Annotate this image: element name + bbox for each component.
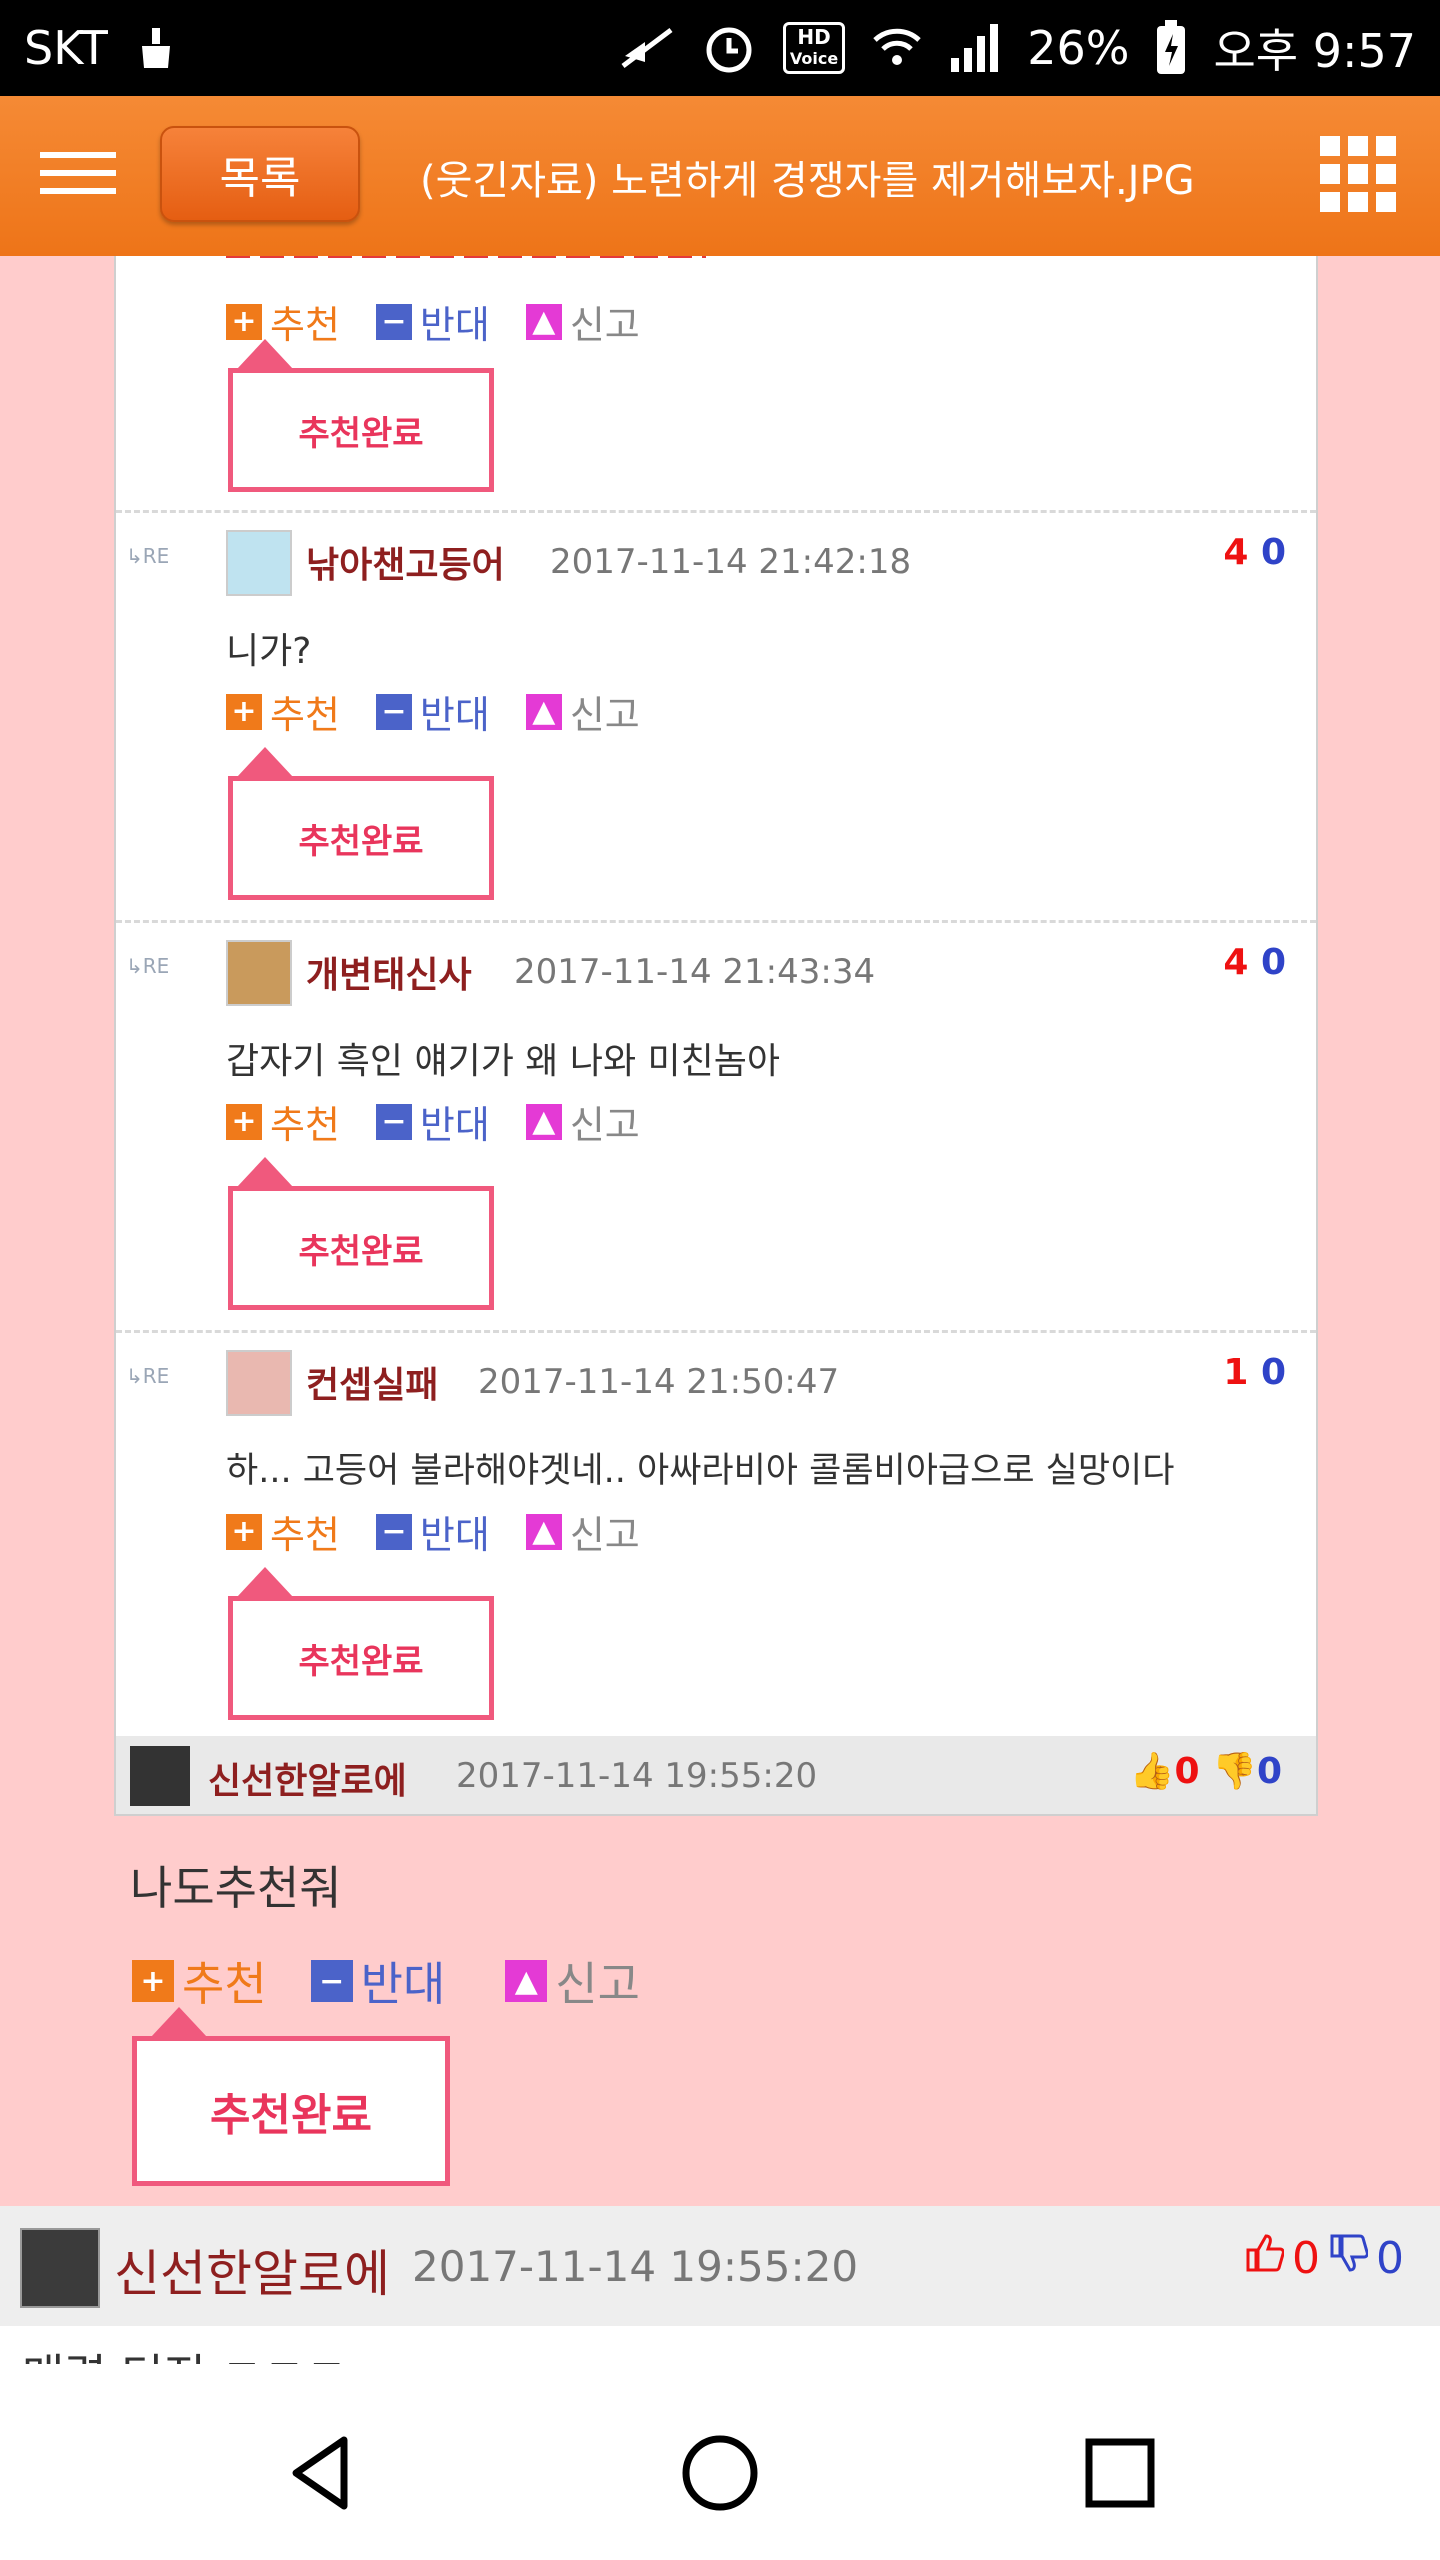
post-text: 나도추천줘 <box>130 1861 342 1915</box>
embed-action-row: + 추천 − 반대 ▲ 신고 <box>226 1504 676 1559</box>
comment-header: 신선한알로에 2017-11-14 19:55:20 0 0 <box>0 2206 1440 2326</box>
recents-icon[interactable] <box>1075 2428 1165 2518</box>
thumb-up-icon[interactable] <box>1244 2232 1285 2285</box>
comment-user: 컨셉실패 <box>306 1365 439 1406</box>
embed-comment: ↳RE 낚아챈고등어 2017-11-14 21:42:18 4 0 니가? +… <box>116 514 1316 924</box>
avatar <box>226 530 292 596</box>
carrier-label: SKT <box>24 21 108 75</box>
reply-icon: ↳RE <box>126 1364 170 1388</box>
recommend-done-box: 추천완료 <box>228 1567 494 1720</box>
thumb-down-icon[interactable] <box>1328 2232 1369 2285</box>
vote-count: 1 0 <box>1223 1352 1286 1393</box>
home-icon[interactable] <box>675 2428 765 2518</box>
thumb-down-icon: 👎 <box>1212 1751 1257 1792</box>
comment-user[interactable]: 신선한알로에 <box>114 2234 390 2306</box>
navigation-bar <box>0 2380 1440 2560</box>
embed-comment: ↳RE 개변태신사 2017-11-14 21:43:34 4 0 갑자기 흑인… <box>116 924 1316 1334</box>
embed-action-row: + 추천 − 반대 ▲ 신고 <box>226 1094 676 1149</box>
embed-comment: ↳RE 컨셉실패 2017-11-14 21:50:47 1 0 하... 고등… <box>116 1334 1316 1744</box>
avatar <box>226 1350 292 1416</box>
wifi-icon <box>871 22 923 74</box>
comment-user: 낚아챈고등어 <box>306 545 505 586</box>
reply-icon: ↳RE <box>126 544 170 568</box>
siren-icon: ▲ <box>525 693 562 730</box>
siren-icon: ▲ <box>525 303 562 340</box>
vote-count: 👍0 👎0 <box>1129 1751 1282 1792</box>
comment-text: 니가? <box>226 631 312 672</box>
vote-count: 4 0 <box>1223 942 1286 983</box>
signal-icon <box>949 22 1001 74</box>
thumb-up-icon: 👍 <box>1129 1751 1175 1792</box>
comment-text: 하... 고등어 불라해야겟네.. 아싸라비아 콜롬비아급으로 실망이다 <box>226 1451 1175 1491</box>
avatar <box>226 940 292 1006</box>
siren-icon: ▲ <box>525 1103 562 1140</box>
minus-icon: − <box>375 1103 412 1140</box>
back-icon[interactable] <box>278 2428 368 2518</box>
divider <box>116 510 1316 513</box>
embed-footer: 신선한알로에 2017-11-14 19:55:20 👍0 👎0 <box>116 1736 1316 1814</box>
avatar[interactable] <box>20 2228 100 2308</box>
report-button[interactable]: ▲ 신고 <box>505 1948 640 2014</box>
battery-percent: 26% <box>1027 21 1130 75</box>
minus-icon: − <box>310 1960 353 2002</box>
plus-icon: + <box>132 1960 174 2002</box>
grid-icon[interactable] <box>1320 136 1396 212</box>
list-button[interactable]: 목록 <box>160 126 360 222</box>
minus-icon: − <box>375 1513 412 1550</box>
comment-time: 2017-11-14 21:42:18 <box>550 542 912 582</box>
alarm-icon <box>701 20 757 76</box>
battery-icon <box>1155 20 1187 76</box>
app-header: 목록 (웃긴자료) 노련하게 경쟁자를 제거해보자.JPG <box>0 96 1440 256</box>
oppose-button[interactable]: − 반대 <box>310 1948 445 2014</box>
avatar <box>130 1746 190 1806</box>
recommend-done-box: 추천완료 <box>228 339 494 492</box>
reply-icon: ↳RE <box>126 954 170 978</box>
vote-count: 4 0 <box>1223 532 1286 573</box>
comment-time: 2017-11-14 21:43:34 <box>514 952 876 992</box>
comment-text-partial: 매력 터진 ㅋㅋㅋ <box>22 2340 347 2364</box>
minus-icon: − <box>375 693 412 730</box>
clock: 오후 9:57 <box>1213 24 1416 78</box>
vote-count: 0 0 <box>1244 2232 1404 2285</box>
cut-off-text <box>226 256 706 260</box>
post-action-row: + 추천 − 반대 ▲ 신고 <box>132 1948 676 2014</box>
no-sound-icon <box>619 26 675 70</box>
recommend-done-box: 추천완료 <box>132 2007 450 2186</box>
recommend-done-box: 추천완료 <box>228 1157 494 1310</box>
status-bar: SKT HD Voice 26% 오후 9:57 <box>0 0 1440 96</box>
menu-icon[interactable] <box>40 152 116 196</box>
divider <box>116 1330 1316 1333</box>
siren-icon: ▲ <box>525 1513 562 1550</box>
comment-time: 2017-11-14 21:50:47 <box>478 1362 840 1402</box>
plus-icon: + <box>226 1103 262 1140</box>
plus-icon: + <box>226 303 262 340</box>
minus-icon: − <box>375 303 412 340</box>
siren-icon: ▲ <box>505 1960 548 2002</box>
comment-time: 2017-11-14 19:55:20 <box>412 2242 859 2291</box>
page-title: (웃긴자료) 노련하게 경쟁자를 제거해보자.JPG <box>420 158 1195 204</box>
comment-text: 갑자기 흑인 얘기가 왜 나와 미친놈아 <box>226 1041 781 1082</box>
comment-user: 개변태신사 <box>306 955 472 996</box>
recommend-done-box: 추천완료 <box>228 747 494 900</box>
hd-voice-icon: HD Voice <box>782 22 846 74</box>
plus-icon: + <box>226 1513 262 1550</box>
recommend-button[interactable]: + 추천 <box>132 1948 267 2014</box>
divider <box>116 920 1316 923</box>
comment-time: 2017-11-14 19:55:20 <box>456 1756 818 1796</box>
plus-icon: + <box>226 693 262 730</box>
comment-user: 신선한알로에 <box>208 1761 407 1802</box>
embedded-image: + 추천 − 반대 ▲ 신고 추천완료 ↳RE 낚아챈고등어 2017-11-14 2… <box>114 256 1318 1816</box>
embed-action-row: + 추천 − 반대 ▲ 신고 <box>226 294 676 349</box>
embed-action-row: + 추천 − 반대 ▲ 신고 <box>226 684 676 739</box>
cleaner-icon <box>138 26 174 70</box>
